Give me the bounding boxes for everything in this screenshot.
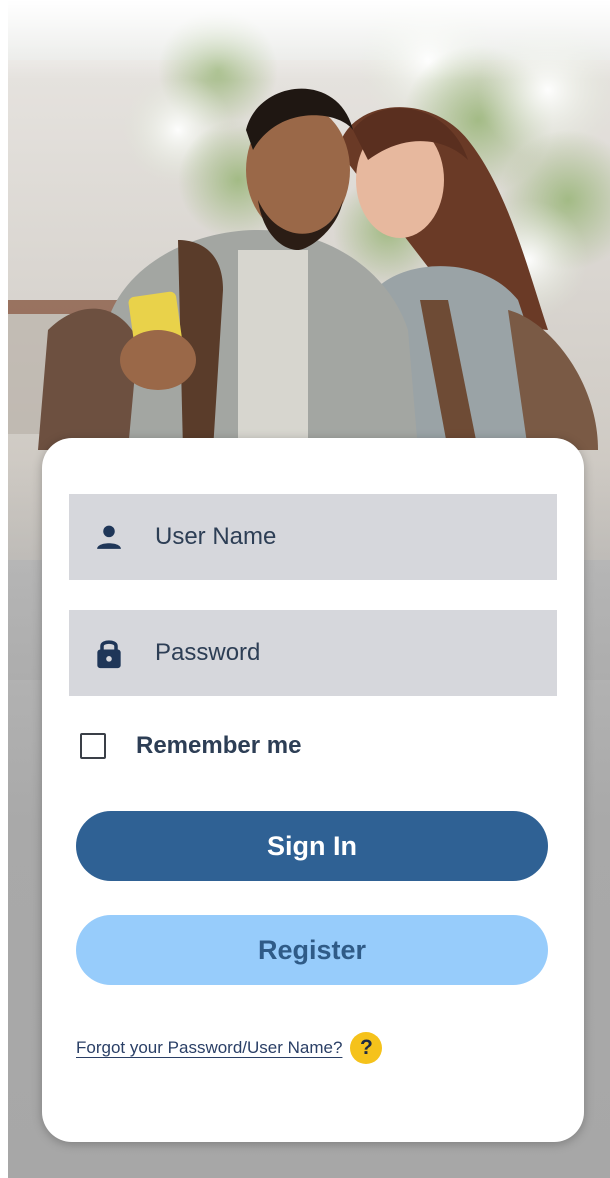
register-button[interactable]: Register: [76, 915, 548, 985]
lock-icon: [91, 635, 127, 671]
remember-me-label: Remember me: [136, 732, 302, 759]
forgot-password-link[interactable]: Forgot your Password/User Name?: [76, 1038, 342, 1058]
password-field[interactable]: [69, 610, 557, 696]
app-screen: Remember me Sign In Register Forgot your…: [8, 0, 610, 1178]
person-icon: [91, 519, 127, 555]
username-field[interactable]: [69, 494, 557, 580]
login-card: Remember me Sign In Register Forgot your…: [42, 438, 584, 1142]
username-input[interactable]: [153, 522, 537, 552]
remember-me[interactable]: Remember me: [80, 732, 301, 760]
remember-me-checkbox[interactable]: [80, 733, 106, 759]
forgot-credentials: Forgot your Password/User Name? ?: [76, 1032, 383, 1064]
password-input[interactable]: [153, 638, 537, 668]
sign-in-button[interactable]: Sign In: [76, 811, 548, 881]
top-fade: [8, 0, 610, 80]
help-icon[interactable]: ?: [350, 1032, 383, 1064]
